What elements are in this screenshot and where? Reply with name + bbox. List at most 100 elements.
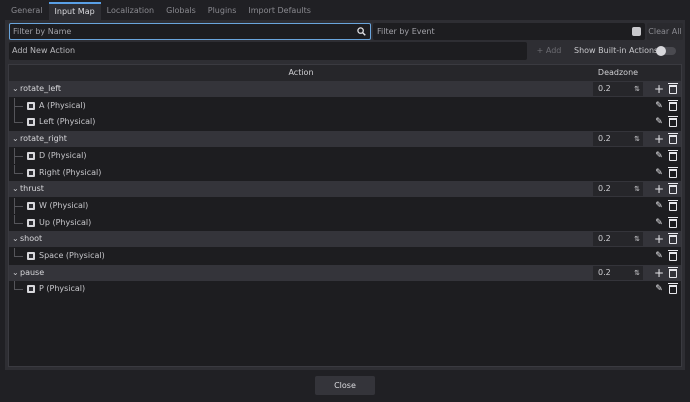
trash-icon[interactable] [668, 183, 678, 195]
event-row[interactable]: P (Physical) ✎ [9, 281, 681, 297]
keyboard-key-icon [27, 168, 35, 177]
event-label: Left (Physical) [39, 117, 96, 127]
filter-by-event-placeholder: Filter by Event [377, 27, 435, 36]
tab-general[interactable]: General [5, 2, 49, 20]
keyboard-key-icon [27, 151, 35, 160]
filter-row: Filter by Name Filter by Event Clear All [8, 22, 683, 40]
action-row[interactable]: ⌄ shoot 0.2 ⇅ + [9, 231, 681, 248]
spin-arrows-icon[interactable]: ⇅ [634, 182, 640, 196]
trash-icon[interactable] [668, 133, 678, 145]
spin-arrows-icon[interactable]: ⇅ [634, 82, 640, 96]
trash-icon[interactable] [668, 149, 678, 161]
chevron-down-icon[interactable]: ⌄ [12, 181, 19, 197]
action-name: rotate_right [20, 134, 67, 144]
add-new-action-input[interactable]: Add New Action [9, 42, 527, 60]
deadzone-spinbox[interactable]: 0.2 ⇅ [593, 182, 643, 197]
spin-arrows-icon[interactable]: ⇅ [634, 266, 640, 280]
trash-icon[interactable] [668, 116, 678, 128]
close-button[interactable]: Close [315, 376, 375, 395]
tree-line [14, 164, 15, 173]
edit-icon[interactable]: ✎ [654, 165, 664, 181]
event-row[interactable]: W (Physical) ✎ [9, 197, 681, 214]
add-button[interactable]: + Add [530, 42, 568, 60]
deadzone-spinbox[interactable]: 0.2 ⇅ [593, 132, 643, 147]
trash-icon[interactable] [668, 99, 678, 111]
event-label: Right (Physical) [39, 167, 102, 177]
trash-icon[interactable] [668, 216, 678, 228]
deadzone-spinbox[interactable]: 0.2 ⇅ [593, 265, 643, 280]
action-name: shoot [20, 234, 43, 244]
edit-icon[interactable]: ✎ [654, 215, 664, 231]
tab-plugins[interactable]: Plugins [202, 2, 243, 20]
trash-icon[interactable] [668, 233, 678, 245]
keyboard-key-icon [27, 201, 35, 210]
tab-input-map[interactable]: Input Map [48, 2, 101, 20]
filter-by-event-input[interactable]: Filter by Event [373, 23, 645, 40]
tree-branch [14, 289, 23, 291]
edit-icon[interactable]: ✎ [654, 198, 664, 214]
chevron-down-icon[interactable]: ⌄ [12, 231, 19, 247]
add-event-icon[interactable]: + [654, 265, 664, 281]
add-event-icon[interactable]: + [654, 181, 664, 197]
event-row[interactable]: A (Physical) ✎ [9, 97, 681, 114]
show-builtin-actions-label: Show Built-in Actions [574, 46, 659, 55]
trash-icon[interactable] [668, 166, 678, 178]
tree-branch [14, 256, 23, 257]
trash-icon[interactable] [668, 250, 678, 261]
spin-arrows-icon[interactable]: ⇅ [634, 232, 640, 246]
add-event-icon[interactable]: + [654, 231, 664, 247]
action-tree: Action Deadzone ⌄ rotate_left 0.2 ⇅ + A (Phys… [8, 64, 682, 367]
spin-arrows-icon[interactable]: ⇅ [634, 132, 640, 146]
keyboard-key-icon [27, 285, 35, 294]
tree-branch [14, 155, 23, 157]
tree-branch [14, 172, 23, 174]
chevron-down-icon[interactable]: ⌄ [12, 131, 19, 147]
filter-by-name-placeholder: Filter by Name [13, 27, 72, 36]
event-label: A (Physical) [39, 100, 86, 110]
add-event-icon[interactable]: + [654, 81, 664, 97]
deadzone-spinbox[interactable]: 0.2 ⇅ [593, 82, 643, 96]
deadzone-value: 0.2 [598, 184, 611, 194]
deadzone-spinbox[interactable]: 0.2 ⇅ [593, 232, 643, 247]
tab-globals[interactable]: Globals [160, 2, 202, 20]
chevron-down-icon[interactable]: ⌄ [12, 81, 19, 97]
add-event-icon[interactable]: + [654, 131, 664, 147]
action-row[interactable]: ⌄ rotate_left 0.2 ⇅ + [9, 81, 681, 97]
event-row[interactable]: Left (Physical) ✎ [9, 114, 681, 130]
project-settings-window: General Input Map Localization Globals Plugi… [0, 0, 690, 402]
event-row[interactable]: Up (Physical) ✎ [9, 214, 681, 231]
edit-icon[interactable]: ✎ [654, 281, 664, 297]
trash-icon[interactable] [668, 266, 678, 278]
tab-localization[interactable]: Localization [101, 2, 160, 20]
keyboard-key-icon [27, 101, 35, 110]
clear-all-button[interactable]: Clear All [647, 23, 683, 40]
action-row[interactable]: ⌄ rotate_right 0.2 ⇅ + [9, 131, 681, 148]
filter-by-name-input[interactable]: Filter by Name [9, 23, 371, 40]
event-row[interactable]: D (Physical) ✎ [9, 147, 681, 164]
event-row[interactable]: Right (Physical) ✎ [9, 164, 681, 181]
edit-icon[interactable]: ✎ [654, 148, 664, 164]
action-name: thrust [20, 184, 44, 194]
tree-line [14, 248, 15, 256]
edit-icon[interactable]: ✎ [654, 98, 664, 114]
chevron-down-icon[interactable]: ⌄ [12, 265, 19, 281]
event-row[interactable]: Space (Physical) ✎ [9, 248, 681, 264]
tree-line [14, 214, 15, 223]
deadzone-value: 0.2 [598, 134, 611, 144]
action-row[interactable]: ⌄ pause 0.2 ⇅ + [9, 264, 681, 281]
edit-icon[interactable]: ✎ [654, 114, 664, 130]
action-name: pause [20, 267, 45, 277]
keyboard-key-icon [27, 118, 35, 127]
trash-icon[interactable] [668, 83, 678, 94]
keyboard-icon[interactable] [632, 27, 641, 36]
event-label: W (Physical) [39, 200, 89, 210]
tab-import-defaults[interactable]: Import Defaults [242, 2, 317, 20]
trash-icon[interactable] [668, 199, 678, 211]
show-builtin-actions-toggle[interactable] [656, 46, 676, 56]
action-row[interactable]: ⌄ thrust 0.2 ⇅ + [9, 181, 681, 198]
deadzone-value: 0.2 [598, 84, 611, 93]
edit-icon[interactable]: ✎ [654, 248, 664, 264]
trash-icon[interactable] [668, 283, 678, 295]
search-icon [357, 27, 366, 36]
tree-branch [14, 222, 23, 224]
